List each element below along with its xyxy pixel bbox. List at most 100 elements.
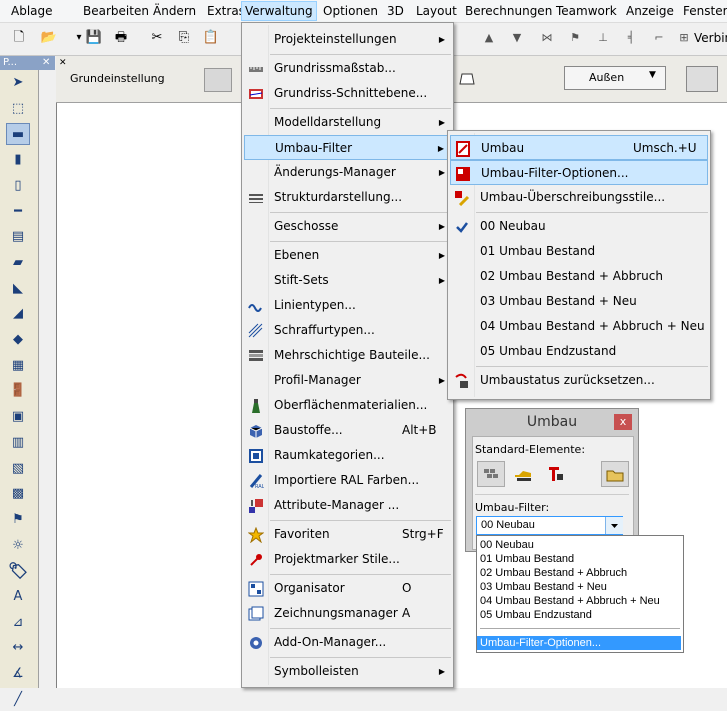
new-elements-icon[interactable] [543, 461, 571, 487]
menu-item-00-neubau[interactable]: 00 Neubau [450, 214, 708, 239]
menu-item-raumkategorien[interactable]: Raumkategorien... [244, 443, 451, 468]
tool-pillar-icon[interactable]: ▯ [6, 175, 30, 197]
menu-item-umbau[interactable]: Umbau Umsch.+U [450, 135, 708, 160]
tool-roof-icon[interactable]: ◣ [6, 278, 30, 300]
save-icon[interactable]: 💾 [85, 29, 103, 47]
menu-item-attribute-manager[interactable]: Attribute-Manager ... [244, 493, 451, 518]
select-option[interactable]: 02 Umbau Bestand + Abbruch [480, 566, 627, 580]
demolish-elements-icon[interactable] [511, 461, 539, 487]
menu-item-aenderungs-manager[interactable]: Änderungs-Manager ▶ [244, 160, 451, 185]
tool-morph-icon[interactable]: ◆ [6, 329, 30, 351]
tool-elevation-icon[interactable]: ∡ [6, 663, 30, 685]
tool-lamp-icon[interactable]: ⚑ [6, 509, 30, 531]
menu-item-organisator[interactable]: Organisator O [244, 576, 451, 601]
menu-item-modelldarstellung[interactable]: Modelldarstellung ▶ [244, 110, 451, 135]
print-icon[interactable]: 🖶 [112, 29, 130, 47]
tool-window-icon[interactable]: ▣ [6, 406, 30, 428]
select-option[interactable]: 04 Umbau Bestand + Abbruch + Neu [480, 594, 660, 608]
menu-item-umbau-filter-optionen[interactable]: Umbau-Filter-Optionen... [450, 160, 708, 185]
connect-icon[interactable]: ⊞ [675, 29, 693, 47]
menu-item-grundriss-schnittebene[interactable]: Grundriss-Schnittebene... [244, 81, 451, 106]
tool-shell-icon[interactable]: ◢ [6, 303, 30, 325]
tool-dimension-icon[interactable]: ⊿ [6, 612, 30, 634]
tool-door-icon[interactable]: 🚪 [6, 380, 30, 402]
tool-stair-icon[interactable]: ▤ [6, 226, 30, 248]
dimension-icon[interactable]: ⋈ [538, 29, 556, 47]
toolbox-close-icon[interactable]: ✕ [42, 56, 50, 70]
tool-wall-icon[interactable]: ▬ [6, 123, 30, 146]
copy-icon[interactable]: ⎘ [175, 29, 193, 47]
infobox-wall-icon[interactable] [204, 68, 232, 92]
new-file-icon[interactable]: 🗋 [10, 29, 28, 47]
menu-ändern[interactable]: Ändern [150, 3, 199, 19]
select-option-filter-options[interactable]: Umbau-Filter-Optionen... [477, 636, 681, 650]
tool-object-icon[interactable]: ▩ [6, 483, 30, 505]
infobox-close-icon[interactable]: ✕ [59, 58, 67, 68]
flag-icon[interactable]: ⚑ [566, 29, 584, 47]
tool-line-icon[interactable]: ╱ [6, 689, 30, 711]
menu-item-geschosse[interactable]: Geschosse ▶ [244, 214, 451, 239]
paste-icon[interactable]: 📋 [202, 29, 220, 47]
menu-fenster[interactable]: Fenster [680, 3, 727, 19]
existing-elements-button[interactable] [477, 461, 505, 487]
menu-optionen[interactable]: Optionen [320, 3, 381, 19]
menu-item-umbau-filter[interactable]: Umbau-Filter ▶ [244, 135, 451, 160]
corner-icon[interactable]: ⌐ [650, 29, 668, 47]
palette-close-button[interactable]: x [614, 414, 632, 430]
menu-item-profil-manager[interactable]: Profil-Manager ▶ [244, 368, 451, 393]
infobox-tool-2-icon[interactable] [454, 68, 478, 90]
menu-item-umbau-ueberschreibungsstile[interactable]: Umbau-Überschreibungsstile... [450, 185, 708, 210]
tool-text-icon[interactable]: 🏷 [6, 560, 30, 582]
menu-item-oberflaechenmaterialien[interactable]: Oberflächenmaterialien... [244, 393, 451, 418]
menu-item-linientypen[interactable]: Linientypen... [244, 293, 451, 318]
tool-slab-icon[interactable]: ▰ [6, 252, 30, 274]
menu-ablage[interactable]: Ablage [8, 3, 56, 19]
palette-open-folder-icon[interactable] [601, 461, 629, 487]
menu-item-projekteinstellungen[interactable]: Projekteinstellungen ▶ [244, 27, 451, 52]
menu-anzeige[interactable]: Anzeige [623, 3, 677, 19]
menu-item-grundrissmassstab[interactable]: Grundrissmaßstab... [244, 56, 451, 81]
tool-curtain-wall-icon[interactable]: ▥ [6, 432, 30, 454]
infobox-location-dropdown[interactable]: Außen ▼ [564, 66, 666, 90]
select-chevron-icon[interactable] [605, 517, 623, 534]
menu-item-mehrschichtige-bauteile[interactable]: Mehrschichtige Bauteile... [244, 343, 451, 368]
tool-mesh-icon[interactable]: ▦ [6, 355, 30, 377]
menu-item-umbaustatus-zuruecksetzen[interactable]: Umbaustatus zurücksetzen... [450, 368, 708, 393]
down-arrow-icon[interactable]: ▼ [508, 29, 526, 47]
menu-item-schraffurtypen[interactable]: Schraffurtypen... [244, 318, 451, 343]
menu-item-projektmarker-stile[interactable]: Projektmarker Stile... [244, 547, 451, 572]
menu-3d[interactable]: 3D [384, 3, 407, 19]
menu-berechnungen[interactable]: Berechnungen [462, 3, 555, 19]
up-arrow-icon[interactable]: ▲ [480, 29, 498, 47]
infobox-tool-3-icon[interactable] [686, 66, 718, 92]
menu-item-04-umbau-bestand-abbruch-neu[interactable]: 04 Umbau Bestand + Abbruch + Neu [450, 314, 708, 339]
menu-item-02-umbau-bestand-abbruch[interactable]: 02 Umbau Bestand + Abbruch [450, 264, 708, 289]
umbau-filter-select[interactable]: 00 Neubau [476, 516, 623, 535]
tool-arrow-icon[interactable]: ➤ [6, 72, 30, 94]
align-icon[interactable]: ⊥ [594, 29, 612, 47]
tool-zone-icon[interactable]: ▧ [6, 458, 30, 480]
menu-teamwork[interactable]: Teamwork [553, 3, 620, 19]
menu-item-symbolleisten[interactable]: Symbolleisten ▶ [244, 659, 451, 684]
tool-angle-icon[interactable]: ↔ [6, 637, 30, 659]
cut-icon[interactable]: ✂ [148, 29, 166, 47]
menu-item-03-umbau-bestand-neu[interactable]: 03 Umbau Bestand + Neu [450, 289, 708, 314]
menu-verwaltung[interactable]: Verwaltung [241, 1, 317, 21]
tool-level-icon[interactable]: A [6, 586, 30, 608]
tool-label-icon[interactable]: ☼ [6, 535, 30, 557]
tool-marquee-icon[interactable]: ⬚ [6, 98, 30, 120]
menu-item-add-on-manager[interactable]: Add-On-Manager... [244, 630, 451, 655]
menu-item-zeichnungsmanager[interactable]: Zeichnungsmanager A [244, 601, 451, 626]
menu-item-01-umbau-bestand[interactable]: 01 Umbau Bestand [450, 239, 708, 264]
select-option[interactable]: 00 Neubau [480, 538, 534, 552]
menu-item-ebenen[interactable]: Ebenen ▶ [244, 243, 451, 268]
menu-item-strukturdarstellung[interactable]: Strukturdarstellung... [244, 185, 451, 210]
menu-item-05-umbau-endzustand[interactable]: 05 Umbau Endzustand [450, 339, 708, 364]
menu-layout[interactable]: Layout [413, 3, 460, 19]
select-option[interactable]: 03 Umbau Bestand + Neu [480, 580, 607, 594]
tool-beam-icon[interactable]: ━ [6, 201, 30, 223]
trim-icon[interactable]: ╡ [622, 29, 640, 47]
select-option[interactable]: 01 Umbau Bestand [480, 552, 574, 566]
tool-column-icon[interactable]: ▮ [6, 149, 30, 171]
menu-item-stift-sets[interactable]: Stift-Sets ▶ [244, 268, 451, 293]
